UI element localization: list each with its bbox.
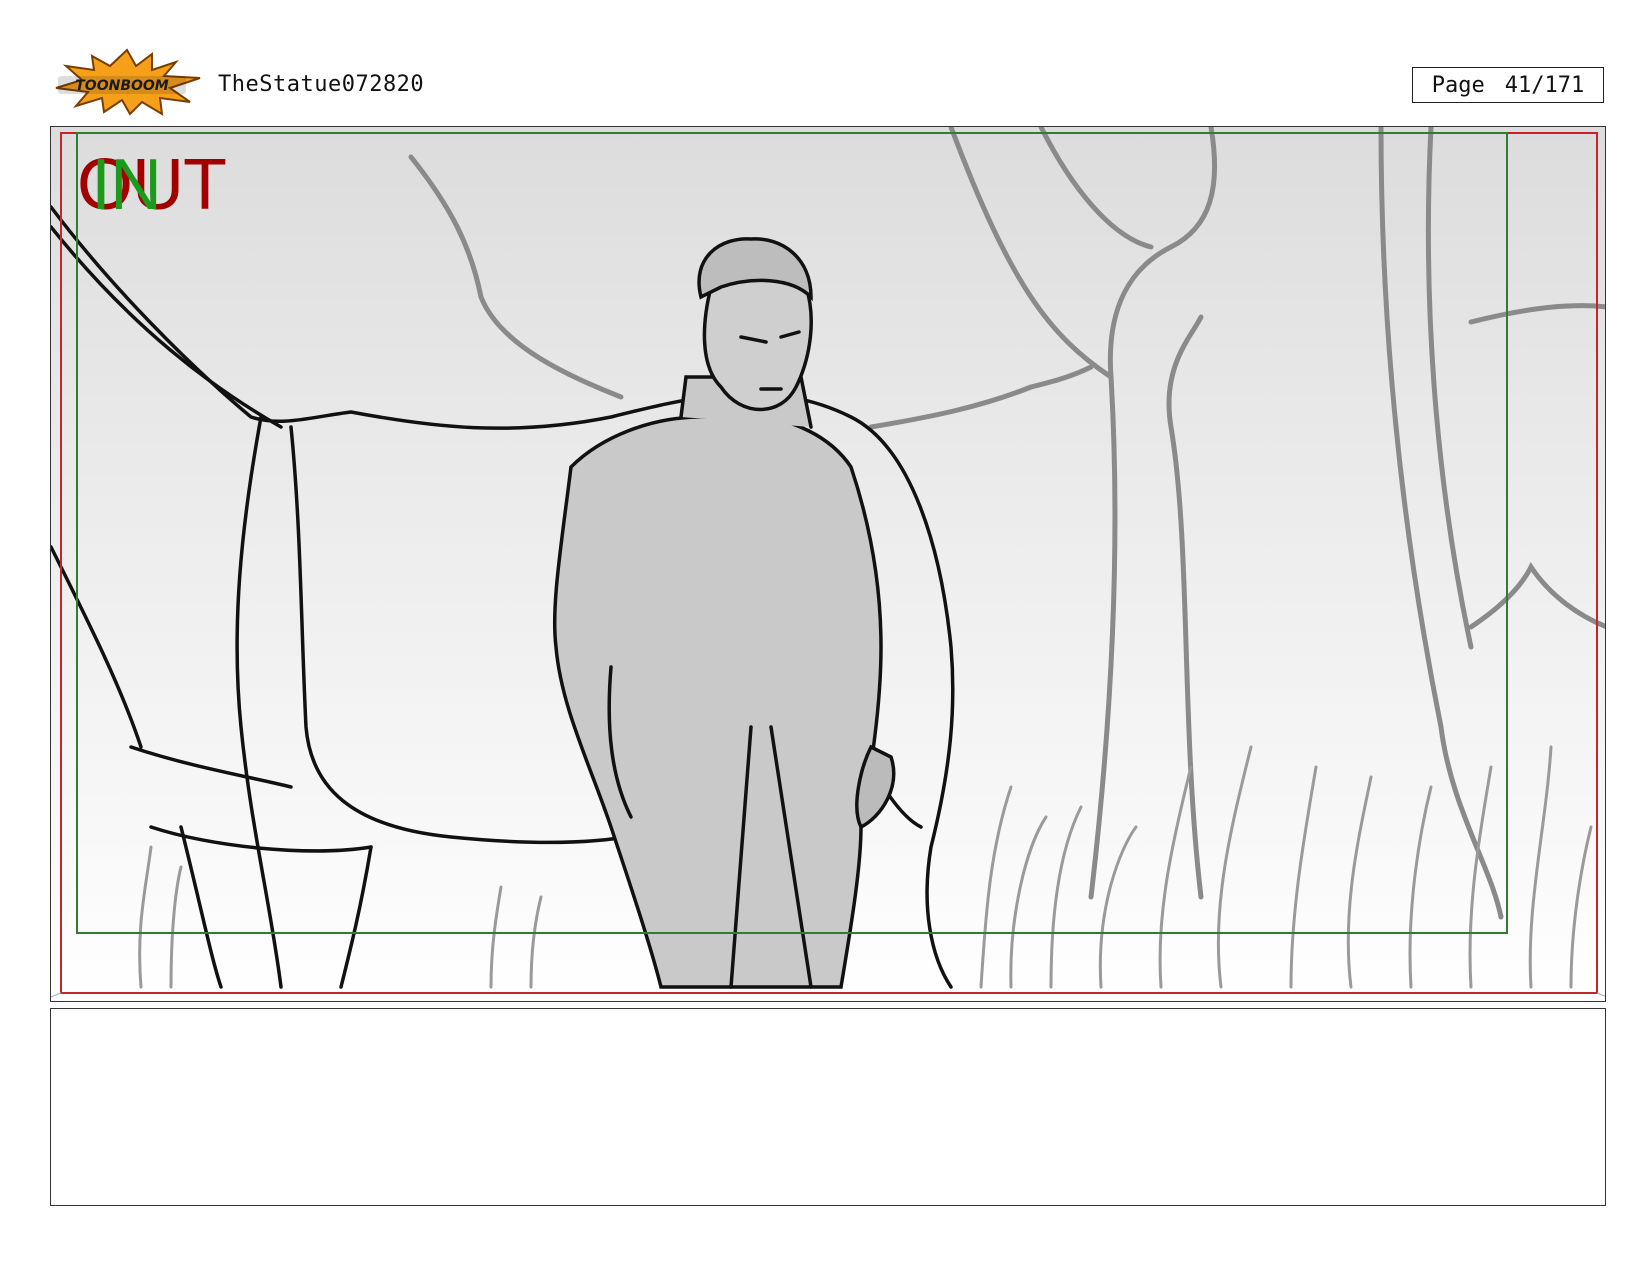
storyboard-panel: OUT IN bbox=[50, 126, 1606, 1002]
in-marker: IN bbox=[91, 145, 162, 225]
logo-text: TOONBOOM bbox=[75, 78, 169, 94]
toonboom-logo: TOONBOOM bbox=[52, 48, 202, 116]
page-number: 41/171 bbox=[1504, 72, 1585, 98]
panel-notes-box bbox=[50, 1008, 1606, 1206]
document-title: TheStatue072820 bbox=[218, 72, 425, 97]
page-indicator: Page 41/171 bbox=[1412, 67, 1604, 103]
panel-sketch bbox=[51, 127, 1605, 998]
man-sketch bbox=[552, 237, 896, 989]
page-label: Page bbox=[1431, 72, 1485, 98]
